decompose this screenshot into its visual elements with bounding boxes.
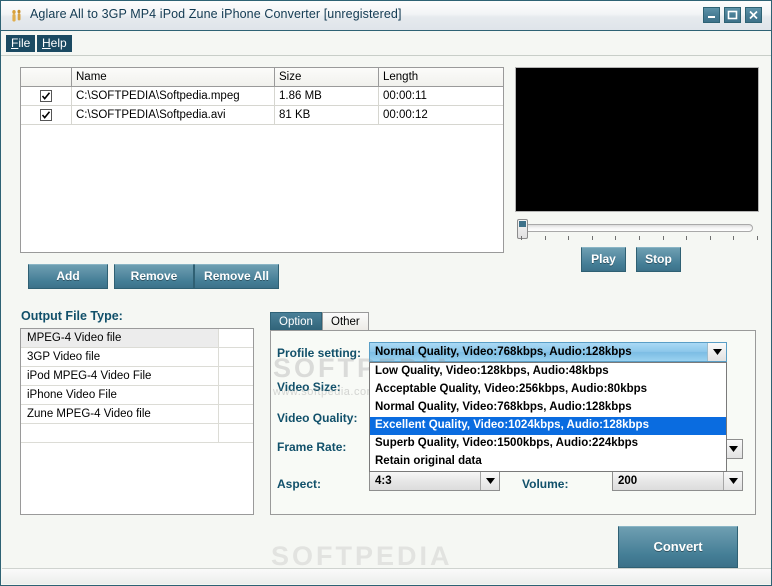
tab-strip: Option Other	[270, 312, 756, 331]
row-checkbox-cell[interactable]	[21, 106, 72, 124]
menu-file-rest: ile	[18, 36, 31, 50]
list-item-spacer	[219, 424, 253, 442]
cell-length: 00:00:11	[383, 90, 427, 102]
file-list-header: Name Size Length	[21, 68, 503, 87]
app-person-icon	[9, 8, 25, 24]
menu-help-rest: elp	[50, 36, 67, 50]
slider-tick	[615, 236, 616, 240]
list-item-spacer	[219, 348, 253, 366]
list-item-label	[21, 424, 219, 442]
cell-name: C:\SOFTPEDIA\Softpedia.avi	[72, 106, 275, 124]
table-row[interactable]: C:\SOFTPEDIA\Softpedia.mpeg 1.86 MB 00:0…	[21, 87, 503, 106]
slider-tick	[592, 236, 593, 240]
dropdown-option[interactable]: Retain original data	[370, 453, 726, 471]
list-item-spacer	[219, 386, 253, 404]
minimize-icon[interactable]	[703, 7, 720, 23]
list-item-label: 3GP Video file	[21, 348, 219, 366]
list-item-spacer	[219, 329, 253, 347]
dropdown-option[interactable]: Low Quality, Video:128kbps, Audio:48kbps	[370, 363, 726, 381]
play-button[interactable]: Play	[581, 247, 626, 272]
slider-tick	[663, 236, 664, 240]
dropdown-option[interactable]: Superb Quality, Video:1500kbps, Audio:22…	[370, 435, 726, 453]
chevron-down-icon[interactable]	[480, 472, 499, 490]
table-row[interactable]: C:\SOFTPEDIA\Softpedia.avi 81 KB 00:00:1…	[21, 106, 503, 125]
list-item[interactable]: 3GP Video file	[21, 348, 253, 367]
close-icon[interactable]	[745, 7, 762, 23]
cell-length: 00:00:12	[383, 109, 428, 121]
output-file-type-list[interactable]: MPEG-4 Video file 3GP Video file iPod MP…	[20, 328, 254, 515]
slider-track[interactable]	[521, 224, 753, 232]
convert-button[interactable]: Convert	[618, 526, 738, 568]
dropdown-option-highlighted[interactable]: Excellent Quality, Video:1024kbps, Audio…	[370, 417, 726, 435]
slider-tick	[639, 236, 640, 240]
list-item-spacer	[219, 405, 253, 423]
frame-rate-label: Frame Rate:	[277, 440, 347, 454]
video-quality-label: Video Quality:	[277, 411, 358, 425]
column-header-size[interactable]: Size	[275, 68, 379, 86]
slider-tick	[733, 236, 734, 240]
list-item-label: Zune MPEG-4 Video file	[21, 405, 219, 423]
tab-option[interactable]: Option	[270, 312, 322, 331]
cell-size: 81 KB	[275, 106, 379, 124]
dropdown-option[interactable]: Acceptable Quality, Video:256kbps, Audio…	[370, 381, 726, 399]
checkbox-checked-icon[interactable]	[40, 90, 52, 102]
list-item-spacer	[219, 367, 253, 385]
video-size-label: Video Size:	[277, 380, 341, 394]
row-checkbox-cell[interactable]	[21, 87, 72, 105]
menu-item-help[interactable]: Help	[37, 35, 72, 52]
menu-bar: File Help	[1, 31, 771, 56]
list-item[interactable]: Zune MPEG-4 Video file	[21, 405, 253, 424]
chevron-down-icon[interactable]	[707, 343, 726, 361]
status-bar	[2, 568, 771, 584]
slider-tick	[568, 236, 569, 240]
volume-value: 200	[618, 475, 638, 487]
list-item-label: iPod MPEG-4 Video File	[21, 367, 219, 385]
remove-button[interactable]: Remove	[114, 264, 194, 289]
video-preview[interactable]	[515, 67, 759, 212]
aspect-value: 4:3	[375, 475, 392, 487]
add-button[interactable]: Add	[28, 264, 108, 289]
list-item[interactable]: MPEG-4 Video file	[21, 329, 253, 348]
profile-setting-value: Normal Quality, Video:768kbps, Audio:128…	[375, 346, 632, 358]
slider-tick	[545, 236, 546, 240]
aspect-label: Aspect:	[277, 477, 322, 491]
list-item[interactable]: iPod MPEG-4 Video File	[21, 367, 253, 386]
cell-size: 1.86 MB	[275, 87, 379, 105]
title-bar: Aglare All to 3GP MP4 iPod Zune iPhone C…	[1, 1, 771, 31]
profile-setting-combo[interactable]: Normal Quality, Video:768kbps, Audio:128…	[369, 342, 727, 362]
stop-button[interactable]: Stop	[636, 247, 681, 272]
dropdown-option[interactable]: Normal Quality, Video:768kbps, Audio:128…	[370, 399, 726, 417]
volume-combo[interactable]: 200	[612, 471, 743, 491]
file-list[interactable]: Name Size Length C:\SOFTPEDIA\Softpedia.…	[20, 67, 504, 253]
tab-other[interactable]: Other	[322, 312, 369, 331]
list-item-label: iPhone Video File	[21, 386, 219, 404]
list-item-empty[interactable]	[21, 424, 253, 443]
volume-label: Volume:	[522, 477, 569, 491]
profile-setting-label: Profile setting:	[277, 346, 362, 360]
column-header-length[interactable]: Length	[379, 68, 503, 86]
maximize-icon[interactable]	[724, 7, 741, 23]
column-header-name[interactable]: Name	[72, 68, 275, 86]
seek-slider[interactable]	[517, 219, 757, 239]
output-file-type-label: Output File Type:	[21, 309, 123, 323]
slider-tick	[757, 236, 758, 240]
remove-all-button[interactable]: Remove All	[194, 264, 279, 289]
list-item-label: MPEG-4 Video file	[21, 329, 219, 347]
application-window: Aglare All to 3GP MP4 iPod Zune iPhone C…	[0, 0, 772, 586]
list-item[interactable]: iPhone Video File	[21, 386, 253, 405]
column-header-check[interactable]	[21, 68, 72, 86]
cell-name: C:\SOFTPEDIA\Softpedia.mpeg	[72, 87, 275, 105]
slider-tick	[686, 236, 687, 240]
slider-tick	[710, 236, 711, 240]
menu-item-file[interactable]: File	[6, 35, 36, 52]
slider-tick	[521, 236, 522, 240]
window-title: Aglare All to 3GP MP4 iPod Zune iPhone C…	[30, 7, 402, 21]
slider-ticks	[517, 236, 758, 241]
aspect-combo[interactable]: 4:3	[369, 471, 500, 491]
profile-setting-dropdown[interactable]: Low Quality, Video:128kbps, Audio:48kbps…	[369, 362, 727, 472]
chevron-down-icon[interactable]	[723, 472, 742, 490]
checkbox-checked-icon[interactable]	[40, 109, 52, 121]
